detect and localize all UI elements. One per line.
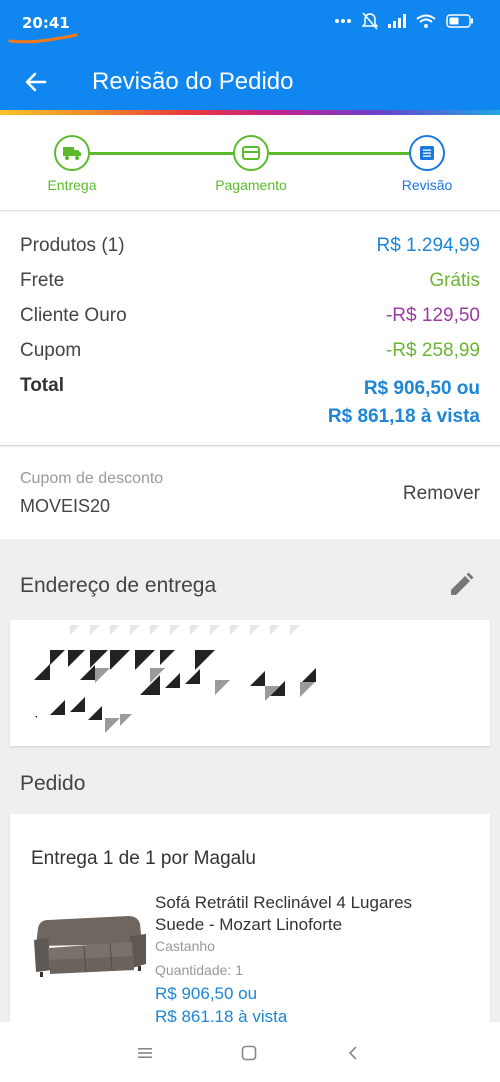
redacted-address-pattern — [34, 625, 316, 733]
menu-nav-button[interactable] — [132, 1040, 158, 1066]
status-bar: 20:41 — [0, 0, 500, 44]
card-icon — [242, 146, 260, 160]
address-card[interactable] — [10, 620, 490, 746]
summary-value: -R$ 258,99 — [385, 340, 480, 361]
summary-value: R$ 1.294,99 — [376, 235, 480, 256]
chevron-left-icon — [348, 1046, 357, 1060]
summary-row-gold: Cliente Ouro -R$ 129,50 — [20, 305, 480, 329]
summary-label: Total — [20, 375, 64, 396]
product-color: Castanho — [155, 938, 215, 954]
step-circle — [54, 135, 90, 171]
product-price-installment: R$ 906,50 ou — [155, 984, 258, 1003]
back-nav-button[interactable] — [340, 1040, 366, 1066]
total-installment: R$ 906,50 ou — [363, 378, 480, 399]
coupon-section: Cupom de desconto MOVEIS20 Remover — [0, 447, 500, 539]
summary-label: Produtos (1) — [20, 235, 125, 256]
status-icons — [334, 12, 474, 30]
step-label: Entrega — [47, 177, 97, 193]
product-name[interactable]: Sofá Retrátil Reclinável 4 Lugares Suede… — [155, 892, 455, 936]
summary-label: Cliente Ouro — [20, 305, 127, 326]
home-nav-button[interactable] — [236, 1040, 262, 1066]
shipment-title: Entrega 1 de 1 por Magalu — [31, 848, 256, 869]
coupon-label: Cupom de desconto — [20, 470, 164, 487]
total-cash: R$ 861,18 à vista — [327, 406, 480, 427]
summary-label: Cupom — [20, 340, 82, 361]
sofa-product-image[interactable] — [28, 910, 150, 980]
list-icon — [420, 146, 434, 160]
bell-off-icon — [362, 12, 378, 30]
app-header: 20:41 Revisão do Pedido — [0, 0, 500, 112]
step-circle — [409, 135, 445, 171]
arrow-left-icon — [25, 72, 47, 92]
summary-total-value: R$ 906,50 ou R$ 861,18 à vista — [328, 375, 480, 431]
step-pagamento[interactable]: Pagamento — [201, 135, 301, 193]
quantity-label: Quantidade: — [155, 962, 232, 978]
summary-row-coupon: Cupom -R$ 258,99 — [20, 340, 480, 364]
pencil-icon — [451, 572, 474, 595]
summary-value: -R$ 129,50 — [385, 305, 480, 326]
address-section-title: Endereço de entrega — [20, 574, 217, 597]
battery-icon — [446, 14, 473, 28]
square-home-icon — [241, 1045, 257, 1061]
wifi-icon — [416, 14, 436, 28]
page-title: Revisão do Pedido — [92, 68, 294, 95]
remove-coupon-button[interactable]: Remover — [403, 483, 480, 505]
summary-row-shipping: Frete Grátis — [20, 270, 480, 294]
summary-label: Frete — [20, 270, 65, 291]
summary-row-products: Produtos (1) R$ 1.294,99 — [20, 235, 480, 259]
summary-value: Grátis — [429, 270, 480, 291]
step-circle — [233, 135, 269, 171]
product-quantity: Quantidade: 1 — [155, 962, 243, 978]
quantity-value: 1 — [235, 962, 243, 978]
status-time: 20:41 — [22, 14, 70, 32]
orange-scribble-mark — [8, 33, 78, 44]
step-revisao[interactable]: Revisão — [377, 135, 477, 193]
step-entrega[interactable]: Entrega — [22, 135, 122, 193]
signal-icon — [388, 14, 406, 28]
system-nav-bar — [0, 1022, 500, 1082]
checkout-stepper: Entrega Pagamento Revisão — [0, 115, 500, 211]
edit-address-button[interactable] — [448, 572, 476, 600]
order-section-title: Pedido — [20, 772, 86, 795]
truck-icon — [63, 147, 81, 160]
order-card: Entrega 1 de 1 por Magalu Sofá Retrátil … — [10, 814, 490, 1034]
more-dots-icon — [335, 19, 351, 23]
app-bar: Revisão do Pedido — [0, 52, 500, 112]
step-label: Pagamento — [215, 177, 287, 193]
step-label: Revisão — [401, 177, 453, 193]
order-summary: Produtos (1) R$ 1.294,99 Frete Grátis Cl… — [0, 212, 500, 446]
coupon-code: MOVEIS20 — [20, 496, 111, 516]
back-button[interactable] — [20, 66, 52, 98]
menu-icon — [138, 1048, 152, 1058]
